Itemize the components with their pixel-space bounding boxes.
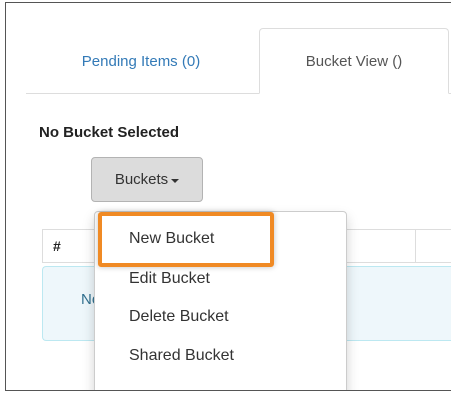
tab-bucket-view-label: Bucket View ()	[305, 52, 403, 70]
column-divider	[415, 230, 416, 262]
tab-bucket-view[interactable]: Bucket View ()	[259, 28, 449, 94]
buckets-dropdown-button[interactable]: Buckets	[91, 157, 203, 202]
menu-item-label: Shared Bucket	[129, 347, 234, 364]
menu-item-shared-bucket[interactable]: Shared Bucket	[95, 341, 346, 371]
new-bucket-highlight-box	[98, 212, 274, 267]
screenshot-frame: Pending Items (0) Bucket View () No Buck…	[5, 2, 451, 391]
bucket-status-heading: No Bucket Selected	[39, 124, 180, 141]
menu-item-delete-bucket[interactable]: Delete Bucket	[95, 302, 346, 332]
menu-item-label: Edit Bucket	[129, 270, 210, 287]
tab-pending-items-label: Pending Items (0)	[81, 52, 201, 70]
menu-item-edit-bucket[interactable]: Edit Bucket	[95, 264, 346, 294]
caret-down-icon	[171, 178, 180, 183]
column-header-number: #	[43, 230, 96, 262]
menu-item-label: Delete Bucket	[129, 308, 229, 325]
buckets-button-label: Buckets	[114, 171, 169, 188]
tab-pending-items[interactable]: Pending Items (0)	[56, 28, 226, 94]
